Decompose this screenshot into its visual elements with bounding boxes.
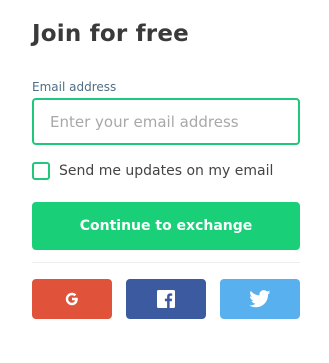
google-login-button[interactable] — [32, 279, 112, 319]
page-title: Join for free — [32, 21, 189, 47]
updates-checkbox-label: Send me updates on my email — [59, 163, 274, 179]
google-icon — [62, 289, 82, 309]
twitter-login-button[interactable] — [220, 279, 300, 319]
divider — [32, 262, 300, 263]
continue-button[interactable]: Continue to exchange — [32, 202, 300, 250]
email-label: Email address — [32, 80, 117, 94]
facebook-login-button[interactable] — [126, 279, 206, 319]
twitter-icon — [249, 290, 271, 308]
updates-checkbox[interactable] — [32, 162, 50, 180]
signup-card: Join for free Email address Send me upda… — [0, 0, 329, 363]
updates-checkbox-row[interactable]: Send me updates on my email — [32, 162, 273, 180]
facebook-icon — [156, 289, 176, 309]
email-field[interactable] — [32, 98, 300, 145]
